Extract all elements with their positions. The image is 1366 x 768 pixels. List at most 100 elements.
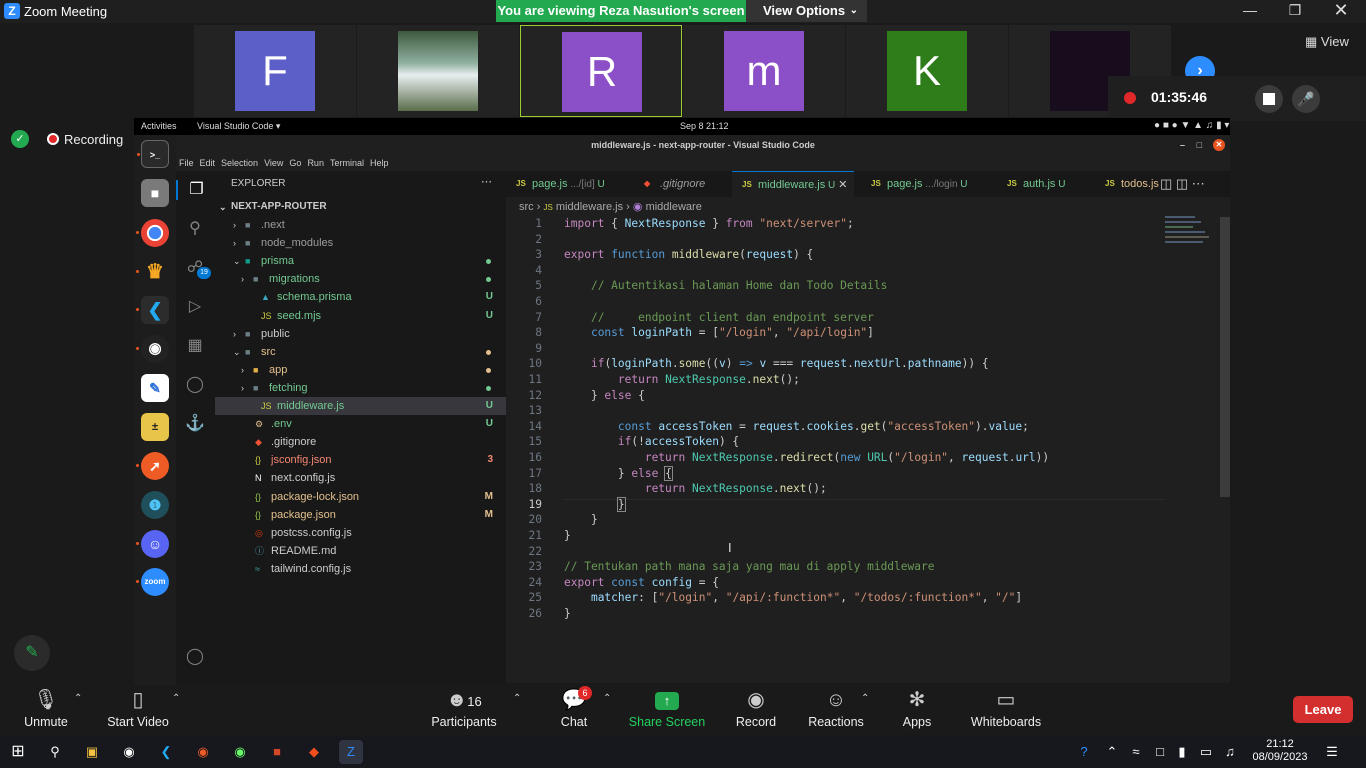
wifi-icon[interactable]: ≈ bbox=[1124, 740, 1148, 764]
tree-item[interactable]: ≈ tailwind.config.js bbox=[215, 560, 506, 578]
tree-item[interactable]: JS seed.mjs U bbox=[215, 307, 506, 325]
zoom-app-icon[interactable]: zoom bbox=[136, 568, 169, 596]
participants-button[interactable]: ☻16 Participants bbox=[428, 685, 500, 735]
chrome-icon[interactable] bbox=[136, 219, 169, 247]
menu-terminal[interactable]: Terminal bbox=[327, 155, 367, 171]
git-graph-icon[interactable]: ◯ bbox=[185, 375, 205, 395]
tree-item[interactable]: ◆ .gitignore bbox=[215, 433, 506, 451]
app-menu[interactable]: Visual Studio Code ▾ bbox=[197, 121, 280, 132]
tree-item[interactable]: › ■ .next bbox=[215, 216, 506, 234]
chevron-up-icon[interactable]: ⌃ bbox=[172, 693, 180, 704]
restore-icon[interactable]: □ bbox=[1197, 135, 1202, 155]
chevron-up-icon[interactable]: ⌃ bbox=[861, 693, 869, 704]
tray-chevron-icon[interactable]: ⌃ bbox=[1100, 740, 1124, 764]
tree-item[interactable]: ⌄ ■ prisma bbox=[215, 252, 506, 270]
tree-item[interactable]: › ■ migrations bbox=[215, 270, 506, 288]
menu-go[interactable]: Go bbox=[286, 155, 304, 171]
tree-item[interactable]: › ■ node_modules bbox=[215, 234, 506, 252]
tree-item[interactable]: {} jsconfig.json 3 bbox=[215, 451, 506, 469]
start-video-button[interactable]: ▯ Start Video bbox=[104, 685, 172, 735]
notifications-icon[interactable]: ☰ bbox=[1320, 740, 1344, 764]
windows-start-icon[interactable]: ⊞ bbox=[6, 740, 30, 764]
participant-tile[interactable]: m bbox=[683, 25, 845, 117]
search-icon[interactable]: ⚲ bbox=[185, 219, 205, 239]
volume-icon[interactable]: ♫ bbox=[1218, 740, 1242, 764]
search-icon[interactable]: ⚲ bbox=[43, 740, 67, 764]
participant-tile[interactable] bbox=[357, 25, 519, 117]
breadcrumb-symbol[interactable]: middleware bbox=[646, 201, 702, 213]
participant-tile[interactable]: F bbox=[194, 25, 356, 117]
editor-tab[interactable]: ◆ .gitignore bbox=[634, 171, 705, 197]
tree-item[interactable]: Nnext.config.js bbox=[215, 469, 506, 487]
vscode-icon[interactable]: ❮ bbox=[154, 740, 178, 764]
close-icon[interactable]: ✕ bbox=[1326, 0, 1356, 21]
minimize-icon[interactable]: — bbox=[1235, 2, 1265, 18]
participant-tile[interactable]: K bbox=[846, 25, 1008, 117]
file-explorer-icon[interactable]: ▣ bbox=[80, 740, 104, 764]
participant-tile-active[interactable]: R bbox=[520, 25, 682, 117]
terminal-icon[interactable]: >_ bbox=[137, 140, 169, 168]
postman-dinosaur-icon[interactable]: ♛ bbox=[136, 258, 169, 286]
tree-item[interactable]: JS middleware.js U bbox=[215, 397, 506, 415]
github-icon[interactable]: ◉ bbox=[136, 335, 169, 363]
minimap[interactable] bbox=[1165, 213, 1215, 248]
discord-icon[interactable]: ☺ bbox=[136, 530, 169, 558]
help-icon[interactable]: ? bbox=[1072, 740, 1096, 764]
split-editor-icon[interactable]: ◫ ◫ ⋯ bbox=[1160, 176, 1205, 192]
record-button[interactable]: ◉ Record bbox=[733, 685, 779, 735]
explorer-icon[interactable]: ❐ bbox=[176, 180, 215, 200]
figma-icon[interactable]: ◆ bbox=[302, 740, 326, 764]
editor-tab[interactable]: JS page.js .../login U bbox=[861, 171, 968, 197]
app-icon[interactable]: ◉ bbox=[228, 740, 252, 764]
battery-icon[interactable]: ▭ bbox=[1194, 740, 1218, 764]
editor-tab[interactable]: JS page.js .../[id] U bbox=[506, 171, 605, 197]
project-folder[interactable]: ⌄ NEXT-APP-ROUTER bbox=[215, 198, 506, 216]
tree-item[interactable]: ⌄ ■ src bbox=[215, 343, 506, 361]
tree-item[interactable]: ⚙ .env U bbox=[215, 415, 506, 433]
tree-item[interactable]: ⓘ README.md bbox=[215, 542, 506, 560]
zoom-icon[interactable]: Z bbox=[339, 740, 363, 764]
leave-button[interactable]: Leave bbox=[1293, 696, 1353, 723]
editor-tab[interactable]: JS todos.js bbox=[1095, 171, 1159, 197]
menu-file[interactable]: File bbox=[176, 155, 197, 171]
stop-recording-button[interactable] bbox=[1255, 85, 1283, 113]
code-editor[interactable]: 1 import { NextResponse } from "next/serv… bbox=[506, 217, 1230, 683]
extensions-icon[interactable]: ▦ bbox=[185, 336, 205, 356]
chevron-up-icon[interactable]: ⌃ bbox=[74, 693, 82, 704]
files-icon[interactable]: ■ bbox=[141, 179, 169, 207]
scrollbar-thumb[interactable] bbox=[1220, 217, 1230, 497]
menu-run[interactable]: Run bbox=[304, 155, 327, 171]
microphone-icon[interactable]: ▮ bbox=[1170, 740, 1194, 764]
chevron-up-icon[interactable]: ⌃ bbox=[603, 693, 611, 704]
app-icon[interactable]: ❶ bbox=[141, 491, 169, 519]
close-icon[interactable]: ✕ bbox=[1213, 139, 1225, 151]
powerpoint-icon[interactable]: ■ bbox=[265, 740, 289, 764]
unmute-button[interactable]: 🎙 Unmute bbox=[18, 685, 74, 735]
editor-tab[interactable]: JS middleware.js U ✕ bbox=[732, 171, 854, 197]
tree-item[interactable]: {} package-lock.json M bbox=[215, 488, 506, 506]
breadcrumb-folder[interactable]: src bbox=[519, 201, 534, 213]
microphone-button[interactable]: 🎤 bbox=[1292, 85, 1320, 113]
view-options-button[interactable]: View Options ⌄ bbox=[746, 0, 867, 22]
more-actions-icon[interactable]: ⋯ bbox=[481, 175, 492, 188]
meet-now-icon[interactable]: □ bbox=[1148, 740, 1172, 764]
restore-icon[interactable]: ❐ bbox=[1280, 2, 1310, 19]
menu-edit[interactable]: Edit bbox=[197, 155, 219, 171]
minimize-icon[interactable]: – bbox=[1180, 135, 1185, 155]
clock-label[interactable]: Sep 8 21:12 bbox=[680, 121, 729, 131]
tree-item[interactable]: {} package.json M bbox=[215, 506, 506, 524]
editor-tab[interactable]: JS auth.js U bbox=[997, 171, 1065, 197]
calculator-icon[interactable]: ± bbox=[141, 413, 169, 441]
whiteboards-button[interactable]: ▭ Whiteboards bbox=[968, 685, 1044, 735]
annotate-pencil-button[interactable]: ✎ bbox=[14, 635, 50, 671]
activities-button[interactable]: Activities bbox=[141, 121, 177, 131]
tree-item[interactable]: ◎ postcss.config.js bbox=[215, 524, 506, 542]
view-button[interactable]: ▦ View bbox=[1305, 34, 1349, 50]
tree-item[interactable]: › ■ public bbox=[215, 325, 506, 343]
account-icon[interactable]: ◯ bbox=[185, 647, 205, 667]
share-screen-button[interactable]: ↑ Share Screen bbox=[628, 685, 706, 735]
vscode-icon[interactable]: ❮ bbox=[136, 296, 169, 324]
docker-icon[interactable]: ⚓ bbox=[185, 414, 205, 434]
close-tab-icon[interactable]: ✕ bbox=[835, 179, 853, 191]
chevron-up-icon[interactable]: ⌃ bbox=[513, 693, 521, 704]
